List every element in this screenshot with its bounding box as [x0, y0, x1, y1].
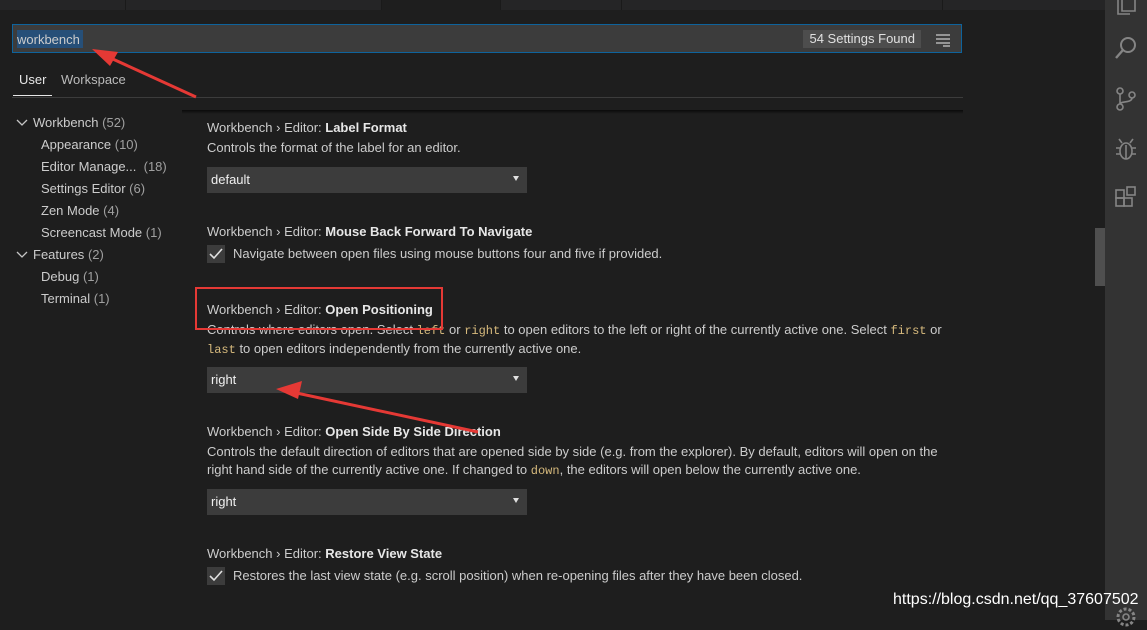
setting-category: Workbench › Editor: — [207, 224, 322, 239]
editor-tab-settings[interactable] — [382, 0, 501, 10]
setting-label-format: Workbench › Editor: Label Format Control… — [207, 118, 957, 157]
toc-count: (2) — [87, 247, 104, 262]
toc-count: (6) — [129, 181, 146, 196]
side-by-side-dropdown[interactable]: right — [207, 489, 527, 515]
settings-search-input[interactable] — [17, 30, 83, 48]
editor-tab[interactable] — [0, 0, 126, 10]
toc-label: Appearance — [41, 137, 112, 152]
toc-item-workbench[interactable]: Workbench (52) — [12, 112, 182, 134]
files-icon[interactable] — [1113, 0, 1139, 18]
check-icon — [209, 248, 223, 260]
extensions-icon[interactable] — [1113, 186, 1139, 212]
setting-name: Restore View State — [325, 546, 443, 561]
editor-tab-strip — [0, 0, 1105, 10]
setting-mouse-back-forward: Workbench › Editor: Mouse Back Forward T… — [207, 222, 957, 242]
dropdown-value: right — [211, 494, 237, 509]
dropdown-value: default — [211, 172, 251, 187]
toc-count: (18) — [143, 159, 167, 174]
editor-tab[interactable] — [126, 0, 382, 10]
setting-name: Open Side By Side Direction — [325, 424, 501, 439]
restore-view-checkbox[interactable] — [207, 567, 225, 585]
chevron-down-icon — [16, 251, 28, 258]
search-icon[interactable] — [1113, 35, 1139, 61]
toc-label: Settings Editor — [41, 181, 126, 196]
setting-side-by-side-direction: Workbench › Editor: Open Side By Side Di… — [207, 422, 957, 480]
toc-item-features[interactable]: Features (2) — [12, 244, 182, 266]
activity-bar — [1105, 0, 1147, 627]
toc-count: (1) — [145, 225, 162, 240]
toc-label: Terminal — [41, 291, 91, 306]
setting-name: Label Format — [325, 120, 407, 135]
toc-count: (4) — [103, 203, 120, 218]
chevron-down-icon — [16, 119, 28, 126]
setting-title: Workbench › Editor: Label Format — [207, 118, 957, 138]
settings-search-box: 54 Settings Found — [12, 24, 962, 53]
toc-count: (1) — [93, 291, 110, 306]
toc-count: (10) — [114, 137, 138, 152]
setting-restore-view-state: Workbench › Editor: Restore View State — [207, 544, 957, 564]
toc-item-screencast-mode[interactable]: Screencast Mode (1) — [41, 222, 162, 244]
vertical-scrollbar-thumb[interactable] — [1095, 228, 1105, 286]
dropdown-value: right — [211, 372, 237, 387]
toc-item-debug[interactable]: Debug (1) — [41, 266, 99, 288]
setting-category: Workbench › Editor: — [207, 120, 322, 135]
toc-item-terminal[interactable]: Terminal (1) — [41, 288, 110, 310]
toc-label: Workbench — [33, 115, 99, 130]
check-icon — [209, 570, 223, 582]
setting-title: Workbench › Editor: Restore View State — [207, 544, 957, 564]
caret-down-icon — [513, 176, 519, 181]
settings-scope-tabs: User Workspace — [12, 68, 963, 98]
toc-count: (52) — [102, 115, 126, 130]
toc-item-zen-mode[interactable]: Zen Mode (4) — [41, 200, 119, 222]
toc-label: Editor Manage... — [41, 159, 137, 174]
setting-title: Workbench › Editor: Mouse Back Forward T… — [207, 222, 957, 242]
editor-tab[interactable] — [501, 0, 622, 10]
toc-item-appearance[interactable]: Appearance (10) — [41, 134, 138, 156]
tab-workspace[interactable]: Workspace — [61, 72, 126, 87]
toc-item-settings-editor[interactable]: Settings Editor (6) — [41, 178, 145, 200]
toc-item-editor-management[interactable]: Editor Manage... (18) — [41, 156, 167, 178]
mouse-nav-checkbox[interactable] — [207, 245, 225, 263]
caret-down-icon — [513, 498, 519, 503]
open-positioning-dropdown[interactable]: right — [207, 367, 527, 393]
tab-user[interactable]: User — [12, 72, 54, 96]
caret-down-icon — [513, 376, 519, 381]
list-top-shadow — [182, 110, 963, 114]
setting-category: Workbench › Editor: — [207, 424, 322, 439]
setting-name: Mouse Back Forward To Navigate — [325, 224, 533, 239]
toc-label: Screencast Mode — [41, 225, 143, 240]
toc-label: Debug — [41, 269, 80, 284]
results-count-badge: 54 Settings Found — [803, 30, 921, 48]
label-format-dropdown[interactable]: default — [207, 167, 527, 193]
highlight-box — [195, 287, 443, 330]
toc-count: (1) — [82, 269, 99, 284]
setting-description: Controls the default direction of editor… — [207, 444, 938, 478]
debug-icon[interactable] — [1113, 136, 1139, 162]
setting-title: Workbench › Editor: Open Side By Side Di… — [207, 422, 957, 442]
setting-description: Controls the format of the label for an … — [207, 140, 461, 155]
restore-view-label: Restores the last view state (e.g. scrol… — [233, 568, 803, 583]
watermark: https://blog.csdn.net/qq_37607502 — [893, 591, 1139, 608]
source-control-icon[interactable] — [1113, 86, 1139, 112]
editor-tab[interactable] — [622, 0, 943, 10]
toc-label: Zen Mode — [41, 203, 100, 218]
toc-label: Features — [33, 247, 85, 262]
setting-category: Workbench › Editor: — [207, 546, 322, 561]
filter-list-icon[interactable] — [935, 33, 951, 47]
mouse-nav-label: Navigate between open files using mouse … — [233, 246, 663, 261]
